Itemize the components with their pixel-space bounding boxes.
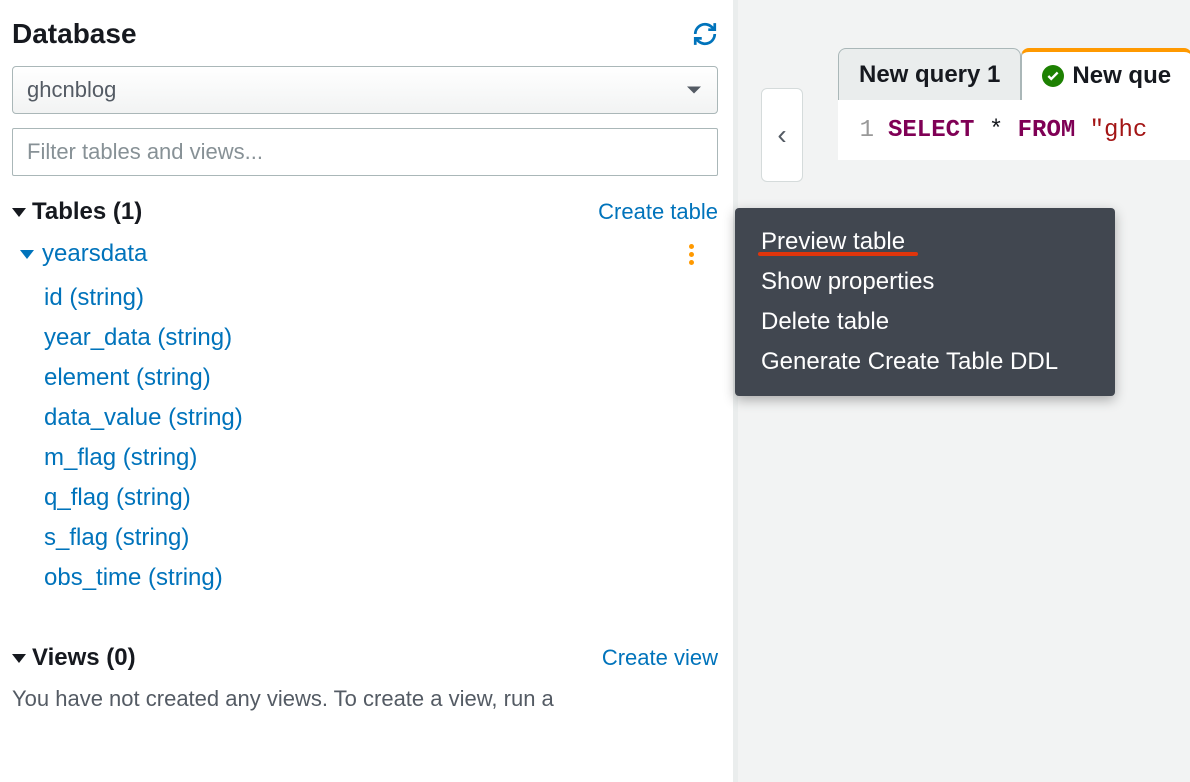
database-title: Database — [12, 18, 137, 50]
check-icon — [1042, 65, 1064, 87]
menu-show-properties[interactable]: Show properties — [735, 262, 1115, 302]
tables-section-header: Tables (1) Create table — [12, 198, 718, 226]
tab-query1[interactable]: New query 1 — [838, 48, 1021, 100]
columns-list: id (string) year_data (string) element (… — [12, 278, 718, 598]
refresh-icon[interactable] — [692, 21, 718, 47]
menu-generate-ddl[interactable]: Generate Create Table DDL — [735, 342, 1115, 382]
filter-input[interactable] — [12, 128, 718, 176]
column-item[interactable]: year_data (string) — [44, 318, 718, 358]
highlight-marker — [758, 252, 918, 256]
column-item[interactable]: s_flag (string) — [44, 518, 718, 558]
views-label[interactable]: Views (0) — [12, 644, 136, 672]
sidebar-header: Database — [12, 18, 718, 50]
column-item[interactable]: q_flag (string) — [44, 478, 718, 518]
create-view-link[interactable]: Create view — [602, 645, 718, 671]
sql-text: SELECT * FROM "ghc — [888, 117, 1147, 144]
column-item[interactable]: element (string) — [44, 358, 718, 398]
menu-delete-table[interactable]: Delete table — [735, 302, 1115, 342]
caret-down-icon — [12, 654, 26, 663]
table-context-menu: Preview table Show properties Delete tab… — [735, 208, 1115, 396]
table-menu-icon[interactable] — [689, 244, 718, 265]
sql-editor[interactable]: 1 SELECT * FROM "ghc — [838, 100, 1190, 160]
column-item[interactable]: id (string) — [44, 278, 718, 318]
menu-preview-table[interactable]: Preview table — [735, 222, 1115, 262]
database-select-value: ghcnblog — [27, 77, 116, 103]
column-item[interactable]: obs_time (string) — [44, 558, 718, 598]
tab-query2[interactable]: New que — [1021, 48, 1190, 100]
column-item[interactable]: data_value (string) — [44, 398, 718, 438]
caret-down-icon — [12, 208, 26, 217]
column-item[interactable]: m_flag (string) — [44, 438, 718, 478]
line-number: 1 — [838, 117, 888, 144]
views-section: Views (0) Create view You have not creat… — [12, 644, 718, 712]
create-table-link[interactable]: Create table — [598, 199, 718, 225]
table-name-toggle[interactable]: yearsdata — [20, 240, 147, 268]
views-empty-text: You have not created any views. To creat… — [12, 686, 718, 712]
chevron-down-icon — [687, 87, 701, 94]
database-select[interactable]: ghcnblog — [12, 66, 718, 114]
collapse-sidebar-button[interactable]: ‹ — [761, 88, 803, 182]
caret-down-icon — [20, 250, 34, 259]
query-tabs: New query 1 New que — [838, 48, 1190, 100]
table-item: yearsdata — [12, 236, 718, 278]
sidebar: Database ghcnblog Tables (1) Create tabl… — [0, 0, 730, 782]
tables-label[interactable]: Tables (1) — [12, 198, 142, 226]
